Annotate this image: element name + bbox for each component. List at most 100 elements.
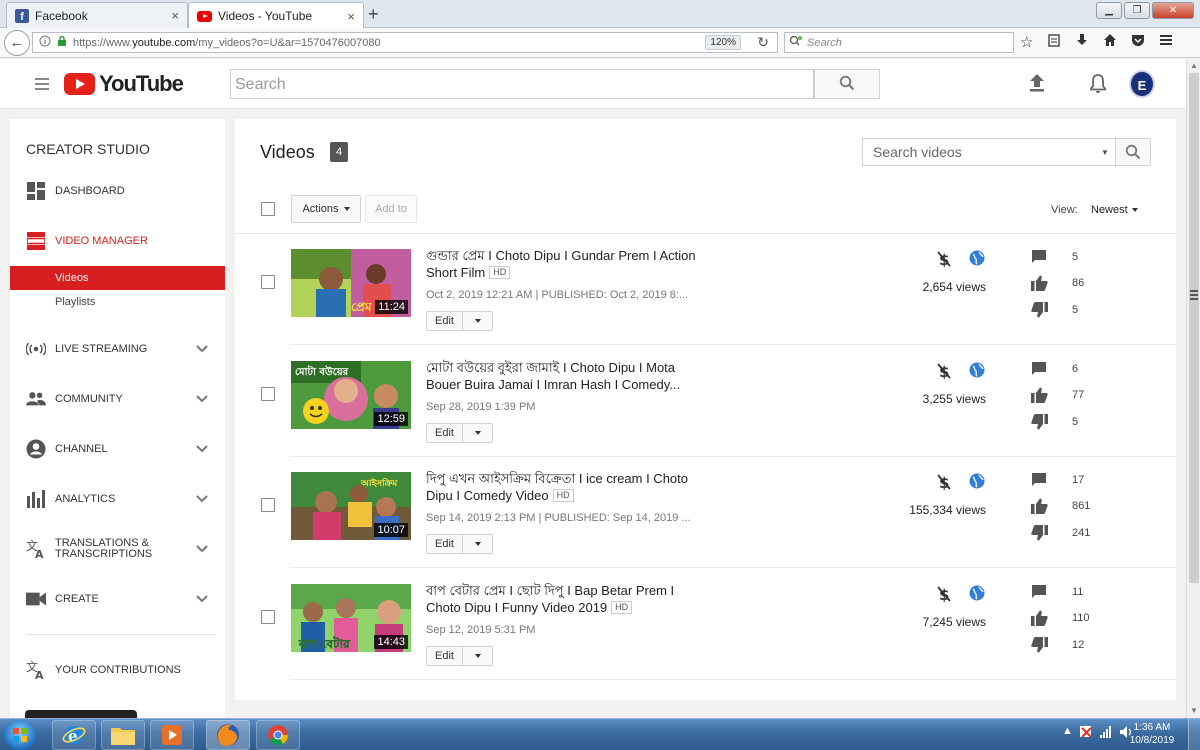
- comment-icon[interactable]: [1031, 361, 1047, 379]
- chevron-down-icon[interactable]: [196, 442, 208, 456]
- video-select-checkbox[interactable]: [261, 498, 275, 512]
- caret-down-icon[interactable]: ▼: [1095, 148, 1115, 157]
- edit-button[interactable]: Edit: [427, 535, 463, 553]
- action-center-icon[interactable]: [1079, 725, 1093, 742]
- actions-dropdown-button[interactable]: Actions: [291, 195, 361, 223]
- tab-facebook[interactable]: f Facebook ×: [6, 2, 188, 28]
- sidebar-item-analytics[interactable]: ANALYTICS: [10, 482, 225, 516]
- sidebar-item-create[interactable]: CREATE: [10, 582, 225, 616]
- window-close-icon[interactable]: ✕: [1152, 2, 1194, 19]
- page-scrollbar[interactable]: ▲ ▼: [1186, 59, 1200, 718]
- tab-close-icon[interactable]: ×: [347, 9, 355, 24]
- video-select-checkbox[interactable]: [261, 610, 275, 624]
- monetization-off-icon[interactable]: $: [937, 251, 951, 270]
- thumbs-up-icon[interactable]: [1031, 387, 1048, 406]
- video-title-link[interactable]: দিপু এখন আইসক্রিম বিক্রেতা I ice cream I…: [426, 470, 706, 504]
- video-select-checkbox[interactable]: [261, 387, 275, 401]
- tray-expand-icon[interactable]: ▲: [1062, 725, 1073, 742]
- sidebar-item-your-contributions[interactable]: 文A YOUR CONTRIBUTIONS: [10, 653, 225, 687]
- taskbar-media-player[interactable]: [150, 720, 194, 750]
- menu-icon[interactable]: [1159, 33, 1173, 51]
- video-thumbnail[interactable]: বাপ বেটার 14:43: [291, 584, 411, 652]
- video-title-link[interactable]: গুন্ডার প্রেম I Choto Dipu I Gundar Prem…: [426, 247, 706, 281]
- scroll-up-icon[interactable]: ▲: [1187, 59, 1200, 73]
- restore-icon[interactable]: ❐: [1124, 2, 1150, 19]
- edit-button[interactable]: Edit: [427, 647, 463, 665]
- video-thumbnail[interactable]: আইসক্রিম 10:07: [291, 472, 411, 540]
- taskbar-file-explorer[interactable]: [101, 720, 145, 750]
- thumbs-up-icon[interactable]: [1031, 275, 1048, 294]
- youtube-logo[interactable]: YouTube: [64, 71, 184, 97]
- edit-menu-button[interactable]: [463, 535, 492, 553]
- monetization-off-icon[interactable]: $: [937, 474, 951, 493]
- taskbar-chrome[interactable]: [256, 720, 300, 750]
- video-thumbnail[interactable]: প্রেম 11:24: [291, 249, 411, 317]
- reading-list-icon[interactable]: [1047, 33, 1061, 51]
- avatar[interactable]: E: [1129, 70, 1155, 98]
- sidebar-item-channel[interactable]: CHANNEL: [10, 432, 225, 466]
- edit-button[interactable]: Edit: [427, 312, 463, 330]
- minimize-icon[interactable]: ▁: [1096, 2, 1122, 19]
- thumbs-up-icon[interactable]: [1031, 498, 1048, 517]
- sidebar-item-live-streaming[interactable]: LIVE STREAMING: [10, 332, 225, 366]
- tab-close-icon[interactable]: ×: [171, 8, 179, 23]
- info-icon[interactable]: [39, 35, 51, 50]
- public-globe-icon[interactable]: [969, 250, 985, 269]
- thumbs-down-icon[interactable]: [1031, 637, 1048, 656]
- notifications-bell-icon[interactable]: [1089, 73, 1107, 97]
- search-videos-button[interactable]: [1115, 139, 1150, 165]
- network-signal-icon[interactable]: [1099, 725, 1113, 742]
- video-title-link[interactable]: বাপ বেটার প্রেম I ছোট দিপু I Bap Betar P…: [426, 582, 706, 616]
- sidebar-item-translations[interactable]: 文A TRANSLATIONS & TRANSCRIPTIONS: [10, 532, 225, 566]
- browser-search-input[interactable]: Search: [784, 32, 1014, 53]
- public-globe-icon[interactable]: [969, 473, 985, 492]
- zoom-level[interactable]: 120%: [705, 35, 741, 50]
- add-to-button[interactable]: Add to: [365, 195, 417, 223]
- hamburger-menu-icon[interactable]: [35, 78, 49, 93]
- pocket-icon[interactable]: [1131, 33, 1145, 51]
- edit-menu-button[interactable]: [463, 647, 492, 665]
- home-icon[interactable]: [1103, 33, 1117, 51]
- comment-icon[interactable]: [1031, 584, 1047, 602]
- edit-menu-button[interactable]: [463, 424, 492, 442]
- chevron-down-icon[interactable]: [196, 542, 208, 556]
- search-videos-field[interactable]: Search videos ▼: [862, 138, 1151, 166]
- scroll-down-icon[interactable]: ▼: [1187, 704, 1200, 718]
- sidebar-item-dashboard[interactable]: DASHBOARD: [10, 174, 225, 208]
- monetization-off-icon[interactable]: $: [937, 586, 951, 605]
- chevron-down-icon[interactable]: [196, 342, 208, 356]
- edit-button[interactable]: Edit: [427, 424, 463, 442]
- tab-youtube[interactable]: Videos - YouTube ×: [188, 2, 364, 29]
- youtube-search-button[interactable]: [814, 69, 880, 99]
- address-bar[interactable]: https://www.youtube.com/my_videos?o=U&ar…: [32, 32, 778, 53]
- view-sort-dropdown[interactable]: Newest: [1091, 204, 1138, 216]
- taskbar-internet-explorer[interactable]: e: [52, 720, 96, 750]
- sidebar-item-video-manager[interactable]: VIDEO MANAGER: [10, 224, 225, 258]
- start-button[interactable]: [4, 720, 36, 750]
- youtube-search-input[interactable]: Search: [230, 69, 814, 99]
- comment-icon[interactable]: [1031, 472, 1047, 490]
- video-title-link[interactable]: মোটা বউয়ের বুইরা জামাই I Choto Dipu I M…: [426, 359, 706, 393]
- comment-icon[interactable]: [1031, 249, 1047, 267]
- back-button[interactable]: ←: [4, 30, 30, 56]
- bookmark-star-icon[interactable]: ☆: [1020, 33, 1033, 51]
- chevron-down-icon[interactable]: [196, 592, 208, 606]
- scrollbar-thumb[interactable]: [1189, 73, 1199, 583]
- reload-icon[interactable]: ↻: [757, 34, 769, 51]
- search-engine-icon[interactable]: [789, 35, 803, 50]
- show-desktop-button[interactable]: [1188, 719, 1200, 750]
- edit-menu-button[interactable]: [463, 312, 492, 330]
- video-select-checkbox[interactable]: [261, 275, 275, 289]
- sidebar-subitem-videos[interactable]: Videos: [10, 266, 225, 290]
- search-videos-input[interactable]: Search videos: [863, 144, 1095, 160]
- monetization-off-icon[interactable]: $: [937, 363, 951, 382]
- chevron-down-icon[interactable]: [196, 492, 208, 506]
- thumbs-down-icon[interactable]: [1031, 302, 1048, 321]
- thumbs-up-icon[interactable]: [1031, 610, 1048, 629]
- taskbar-clock[interactable]: 1:36 AM 10/8/2019: [1124, 721, 1180, 747]
- video-thumbnail[interactable]: মোটা বউয়ের 12:59: [291, 361, 411, 429]
- new-tab-button[interactable]: +: [368, 4, 379, 25]
- public-globe-icon[interactable]: [969, 585, 985, 604]
- thumbs-down-icon[interactable]: [1031, 414, 1048, 433]
- chevron-down-icon[interactable]: [196, 392, 208, 406]
